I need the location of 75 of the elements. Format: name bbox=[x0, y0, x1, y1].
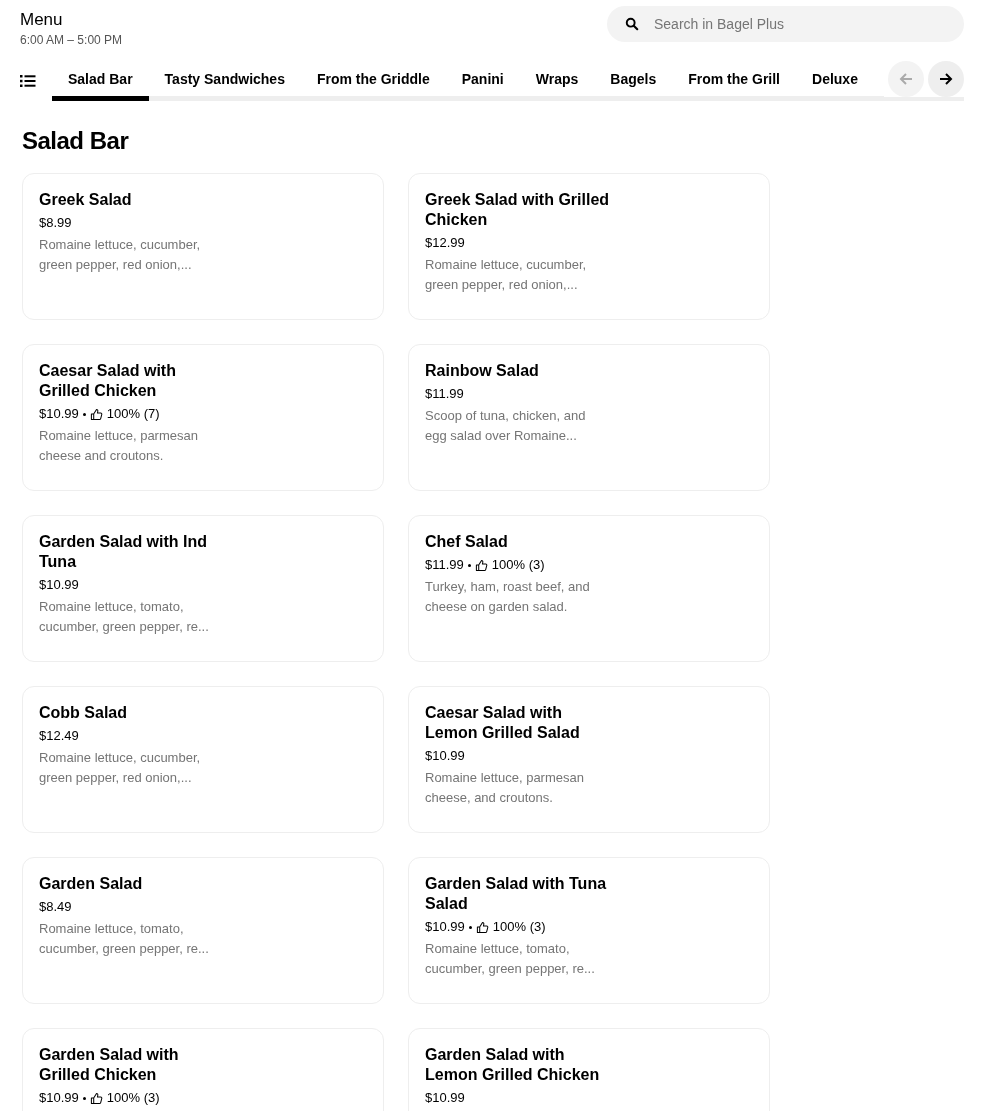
item-price: $12.99 bbox=[425, 235, 465, 251]
item-description: Turkey, ham, roast beef, and cheese on garden salad. bbox=[425, 578, 591, 616]
item-price: $11.99 bbox=[425, 386, 464, 402]
item-price: $8.99 bbox=[39, 215, 72, 231]
item-rating: 100% (3) bbox=[106, 1090, 160, 1106]
item-price: $10.99 bbox=[39, 577, 79, 593]
item-name: Chef Salad bbox=[425, 532, 509, 552]
menu-item-card[interactable]: Rainbow Salad $11.99 Scoop of tuna, chicken, and egg salad over Romaine... bbox=[408, 344, 770, 491]
item-price: $10.99 bbox=[39, 1090, 79, 1106]
separator-dot bbox=[468, 925, 472, 929]
thumbs-up-icon bbox=[475, 920, 489, 934]
item-description: Romaine lettuce, tomato, cucumber, green pepper, re... bbox=[39, 920, 210, 958]
item-description: Romaine lettuce, cucumber, green pepper, red onion,... bbox=[425, 256, 588, 294]
scroll-right-button[interactable] bbox=[928, 61, 964, 97]
menu-item-card[interactable]: Cobb Salad $12.49 Romaine lettuce, cucumber, green pepper, red onion,... bbox=[22, 686, 384, 833]
item-description: Romaine lettuce, cucumber, green pepper, red onion,... bbox=[39, 236, 202, 274]
item-price: $8.49 bbox=[39, 899, 72, 915]
item-rating: 100% (3) bbox=[492, 919, 546, 935]
item-description: Romaine lettuce, parmesan cheese and croutons. bbox=[39, 427, 199, 465]
item-price: $11.99 bbox=[425, 557, 464, 573]
item-description: Romaine lettuce, parmesan cheese, and croutons. bbox=[425, 769, 585, 807]
item-name: Caesar Salad with Grilled Chicken bbox=[39, 361, 177, 401]
item-name: Greek Salad bbox=[39, 190, 133, 210]
item-name: Garden Salad with Ind Tuna bbox=[39, 532, 209, 572]
menu-item-card[interactable]: Garden Salad $8.49 Romaine lettuce, tomato, cucumber, green pepper, re... bbox=[22, 857, 384, 1004]
item-name: Garden Salad with Grilled Chicken bbox=[39, 1045, 180, 1085]
item-description: Romaine lettuce, cucumber, green pepper, red onion,... bbox=[39, 749, 202, 787]
menu-item-card[interactable]: Garden Salad with Grilled Chicken $10.99 100% (3) bbox=[22, 1028, 384, 1111]
menu-item-card[interactable]: Greek Salad $8.99 Romaine lettuce, cucumber, green pepper, red onion,... bbox=[22, 173, 384, 320]
opening-hours: 6:00 AM – 5:00 PM bbox=[20, 33, 123, 47]
category-tab[interactable]: From the Grill bbox=[672, 61, 796, 101]
category-tab[interactable]: Panini bbox=[445, 61, 520, 101]
arrow-right-icon bbox=[938, 71, 954, 87]
separator-dot bbox=[467, 563, 471, 567]
category-tab[interactable]: Tasty Sandwiches bbox=[148, 61, 301, 101]
item-name: Garden Salad with Lemon Grilled Chicken bbox=[425, 1045, 601, 1085]
item-name: Greek Salad with Grilled Chicken bbox=[425, 190, 610, 230]
category-tab[interactable]: From the Griddle bbox=[300, 61, 446, 101]
item-description: Romaine lettuce, tomato, cucumber, green pepper, re... bbox=[425, 940, 596, 978]
item-name: Garden Salad with Tuna Salad bbox=[425, 874, 608, 914]
menu-item-card[interactable]: Garden Salad with Ind Tuna $10.99 Romaine lettuce, tomato, cucumber, green pepper, re... bbox=[22, 515, 384, 662]
arrow-left-icon bbox=[898, 71, 914, 87]
thumbs-up-icon bbox=[474, 558, 488, 572]
category-tab[interactable]: Salad Bar bbox=[52, 61, 149, 101]
item-price: $10.99 bbox=[425, 1090, 465, 1106]
item-name: Rainbow Salad bbox=[425, 361, 540, 381]
menu-item-card[interactable]: Greek Salad with Grilled Chicken $12.99 Romaine lettuce, cucumber, green pepper, red onion,... bbox=[408, 173, 770, 320]
menu-item-card[interactable]: Chef Salad $11.99 100% (3) Turkey, ham, roast beef, and cheese on garden salad. bbox=[408, 515, 770, 662]
menu-item-card[interactable]: Caesar Salad with Lemon Grilled Salad $10.99 Romaine lettuce, parmesan cheese, and croutons. bbox=[408, 686, 770, 833]
item-name: Cobb Salad bbox=[39, 703, 128, 723]
item-description: Scoop of tuna, chicken, and egg salad over Romaine... bbox=[425, 407, 587, 445]
search-field[interactable]: Search in Bagel Plus bbox=[607, 6, 964, 42]
menu-title: Menu bbox=[20, 10, 64, 30]
item-rating: 100% (7) bbox=[106, 406, 160, 422]
item-price: $10.99 bbox=[425, 748, 465, 764]
thumbs-up-icon bbox=[89, 407, 103, 421]
list-icon[interactable] bbox=[20, 74, 36, 88]
separator-dot bbox=[82, 412, 86, 416]
item-price: $10.99 bbox=[39, 406, 79, 422]
section-title: Salad Bar bbox=[22, 127, 130, 155]
thumbs-up-icon bbox=[89, 1091, 103, 1105]
menu-item-card[interactable]: Garden Salad with Lemon Grilled Chicken $10.99 bbox=[408, 1028, 770, 1111]
item-name: Garden Salad bbox=[39, 874, 144, 894]
item-price: $10.99 bbox=[425, 919, 465, 935]
item-description: Romaine lettuce, tomato, cucumber, green pepper, re... bbox=[39, 598, 210, 636]
separator-dot bbox=[82, 1096, 86, 1100]
item-name: Caesar Salad with Lemon Grilled Salad bbox=[425, 703, 581, 743]
menu-item-card[interactable]: Garden Salad with Tuna Salad $10.99 100% (3) Romaine lettuce, tomato, cucumber, green pepper, re... bbox=[408, 857, 770, 1004]
item-rating: 100% (3) bbox=[491, 557, 545, 573]
item-price: $12.49 bbox=[39, 728, 79, 744]
category-tab[interactable]: Wraps bbox=[519, 61, 595, 101]
category-tab[interactable]: Bagels bbox=[594, 61, 673, 101]
search-icon bbox=[625, 17, 639, 31]
menu-item-card[interactable]: Caesar Salad with Grilled Chicken $10.99 100% (7) Romaine lettuce, parmesan cheese and croutons. bbox=[22, 344, 384, 491]
category-tab[interactable]: Deluxe bbox=[796, 61, 874, 101]
